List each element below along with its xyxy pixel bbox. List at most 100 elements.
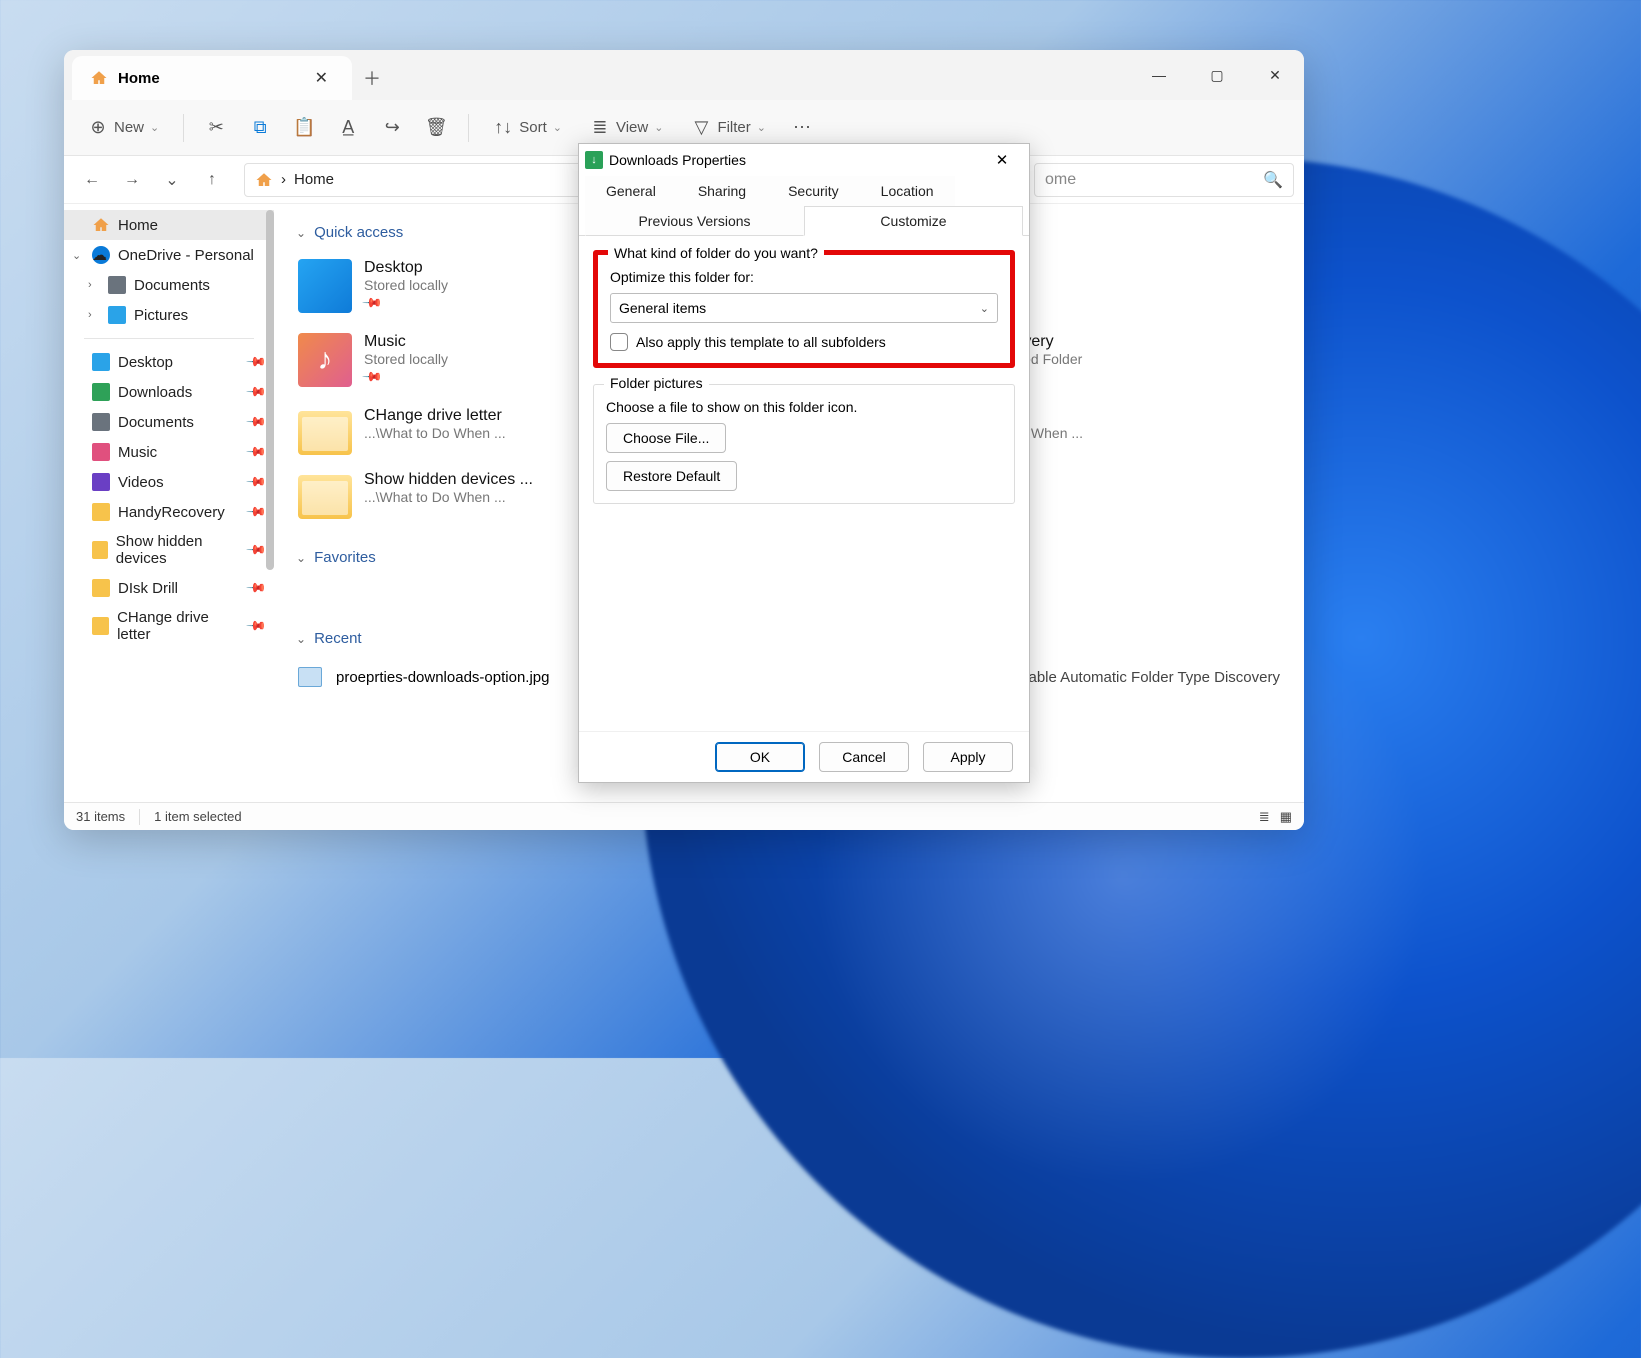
apply-button[interactable]: Apply — [923, 742, 1013, 772]
new-label: New — [114, 119, 144, 136]
share-button[interactable]: ↪ — [374, 112, 410, 144]
cancel-button[interactable]: Cancel — [819, 742, 909, 772]
home-icon — [90, 69, 108, 87]
history-button[interactable]: ⌄ — [154, 162, 190, 198]
breadcrumb-home[interactable]: Home — [294, 171, 334, 188]
sidebar-pin-desktop[interactable]: Desktop📌 — [64, 347, 274, 377]
tab-home[interactable]: Home ✕ — [72, 56, 352, 100]
maximize-button[interactable]: ▢ — [1188, 50, 1246, 100]
statusbar: 31 items 1 item selected ≣ ▦ — [64, 802, 1304, 830]
details-view-button[interactable]: ≣ — [1259, 809, 1270, 825]
delete-button[interactable]: 🗑 — [418, 112, 454, 144]
pin-icon: 📌 — [245, 381, 268, 404]
tab-close-button[interactable]: ✕ — [309, 64, 334, 92]
sidebar-pin-videos[interactable]: Videos📌 — [64, 467, 274, 497]
back-button[interactable]: ← — [74, 162, 110, 198]
sidebar-pin-label: Documents — [118, 414, 194, 431]
ok-button[interactable]: OK — [715, 742, 805, 772]
recent-name: proeprties-downloads-option.jpg — [336, 669, 616, 686]
rename-button[interactable]: A̲ — [330, 112, 366, 144]
tile-desktop[interactable]: Desktop Stored locally 📌 — [294, 255, 604, 317]
tab-previous-versions[interactable]: Previous Versions — [585, 206, 804, 236]
minimize-button[interactable]: — — [1130, 50, 1188, 100]
section-label: Favorites — [314, 549, 376, 566]
video-icon — [92, 473, 110, 491]
dialog-close-button[interactable]: ✕ — [981, 146, 1023, 174]
optimize-select[interactable]: General items ⌄ — [610, 293, 998, 323]
pin-icon: 📌 — [245, 577, 268, 600]
more-button[interactable]: ⋯ — [784, 112, 820, 144]
chevron-right-icon[interactable]: › — [88, 309, 92, 321]
restore-default-button[interactable]: Restore Default — [606, 461, 737, 491]
tab-sharing[interactable]: Sharing — [677, 176, 767, 206]
close-window-button[interactable]: ✕ — [1246, 50, 1304, 100]
home-icon — [92, 216, 110, 234]
dialog-body: What kind of folder do you want? Optimiz… — [579, 236, 1029, 731]
view-button[interactable]: ≣ View ⌄ — [580, 112, 673, 144]
home-icon — [255, 171, 273, 189]
trash-icon: 🗑 — [426, 118, 446, 138]
group-legend: Folder pictures — [604, 375, 709, 391]
sidebar-pin-label: CHange drive letter — [117, 609, 240, 643]
tab-location[interactable]: Location — [860, 176, 955, 206]
scrollbar[interactable] — [266, 210, 274, 570]
tab-security[interactable]: Security — [767, 176, 860, 206]
tile-music[interactable]: ♪ Music Stored locally 📌 — [294, 329, 604, 391]
paste-button[interactable]: 📋 — [286, 112, 322, 144]
optimize-group: What kind of folder do you want? Optimiz… — [593, 250, 1015, 368]
sort-icon: ↑↓ — [493, 118, 513, 138]
sidebar-pin-show-hidden-devices[interactable]: Show hidden devices📌 — [64, 527, 274, 573]
copy-icon: ⧉ — [250, 118, 270, 138]
tile-name: Music — [364, 333, 448, 351]
pin-icon: 📌 — [361, 366, 384, 389]
chevron-down-icon: ⌄ — [296, 632, 306, 646]
sidebar-pin-downloads[interactable]: Downloads📌 — [64, 377, 274, 407]
pin-icon: 📌 — [245, 615, 268, 638]
thumbnails-view-button[interactable]: ▦ — [1280, 809, 1292, 825]
dialog-tabs: General Sharing Security Location Previo… — [579, 176, 1029, 236]
tab-customize[interactable]: Customize — [804, 206, 1023, 236]
chevron-down-icon[interactable]: ⌄ — [72, 249, 81, 262]
sidebar-home[interactable]: Home — [64, 210, 274, 240]
more-icon: ⋯ — [792, 118, 812, 138]
apply-subfolders-checkbox[interactable]: Also apply this template to all subfolde… — [610, 333, 998, 351]
separator — [139, 809, 140, 825]
up-button[interactable]: ↑ — [194, 162, 230, 198]
breadcrumb-separator: › — [281, 171, 286, 188]
tile-name: Desktop — [364, 259, 448, 277]
choose-file-button[interactable]: Choose File... — [606, 423, 726, 453]
cut-button[interactable]: ✂ — [198, 112, 234, 144]
folder-icon — [298, 411, 352, 455]
folder-icon: ♪ — [298, 333, 352, 387]
forward-button[interactable]: → — [114, 162, 150, 198]
dialog-footer: OK Cancel Apply — [579, 731, 1029, 782]
sidebar-pictures[interactable]: › Pictures — [64, 300, 274, 330]
sidebar-pin-documents[interactable]: Documents📌 — [64, 407, 274, 437]
sidebar-documents-label: Documents — [134, 277, 210, 294]
tab-general[interactable]: General — [585, 176, 677, 206]
tile-change-drive[interactable]: CHange drive letter ...\What to Do When … — [294, 403, 604, 455]
sidebar-pin-handyrecovery[interactable]: HandyRecovery📌 — [64, 497, 274, 527]
desktop-icon — [92, 353, 110, 371]
separator — [468, 114, 469, 142]
copy-button[interactable]: ⧉ — [242, 112, 278, 144]
sidebar-pin-music[interactable]: Music📌 — [64, 437, 274, 467]
sidebar-pin-label: Videos — [118, 474, 164, 491]
pin-icon: 📌 — [361, 292, 384, 315]
sidebar-onedrive[interactable]: ⌄ ☁ OneDrive - Personal — [64, 240, 274, 270]
new-button[interactable]: ⊕ New ⌄ — [78, 112, 169, 144]
search-input[interactable]: ome 🔍 — [1034, 163, 1294, 197]
sidebar-documents[interactable]: › Documents — [64, 270, 274, 300]
sidebar-pin-change-drive-letter[interactable]: CHange drive letter📌 — [64, 603, 274, 649]
sidebar-pin-disk-drill[interactable]: DIsk Drill📌 — [64, 573, 274, 603]
new-tab-button[interactable]: ＋ — [352, 56, 392, 100]
tile-show-hidden[interactable]: Show hidden devices ... ...\What to Do W… — [294, 467, 604, 519]
tab-title: Home — [118, 70, 299, 87]
select-value: General items — [619, 300, 706, 316]
pin-icon: 📌 — [245, 501, 268, 524]
filter-button[interactable]: ▽ Filter ⌄ — [681, 112, 776, 144]
chevron-right-icon[interactable]: › — [88, 279, 92, 291]
image-icon — [298, 667, 322, 687]
tile-sub: ...\What to Do When ... — [364, 489, 533, 505]
sort-button[interactable]: ↑↓ Sort ⌄ — [483, 112, 572, 144]
